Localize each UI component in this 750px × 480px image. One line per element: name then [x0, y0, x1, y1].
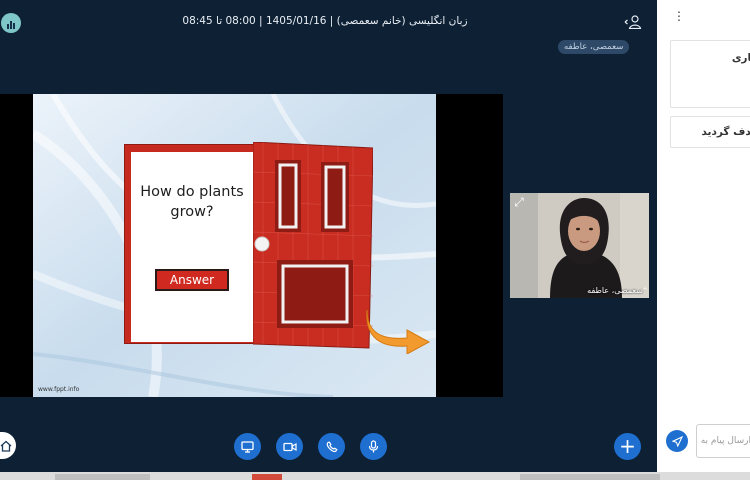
more-vertical-icon[interactable]: ⋮ [673, 10, 685, 22]
answer-button[interactable]: Answer [155, 269, 229, 291]
expand-icon[interactable]: ⤢ [512, 195, 526, 209]
home-button[interactable] [0, 432, 16, 459]
camera-icon [282, 442, 297, 451]
user-icon[interactable] [624, 15, 642, 29]
taskbar-strip [0, 472, 750, 480]
chat-input[interactable] [696, 424, 750, 458]
home-icon [0, 440, 12, 452]
screen-share-icon [241, 440, 254, 453]
meeting-stage: زبان انگلیسی (خانم سعمصی) | 1405/01/16 |… [0, 0, 657, 472]
slide-credit: www.fppt.info [38, 386, 80, 393]
phone-icon [326, 441, 338, 452]
slide-question: How do plants grow? [140, 184, 244, 220]
side-card-removed[interactable]: حدف گردید [670, 116, 750, 148]
webcam-menu-caret[interactable]: ^ [642, 287, 648, 295]
taskbar-segment[interactable] [252, 474, 282, 480]
send-button[interactable] [666, 430, 688, 452]
webcam-person-image [510, 193, 649, 298]
microphone-icon [368, 440, 379, 453]
top-bar: زبان انگلیسی (خانم سعمصی) | 1405/01/16 |… [0, 0, 657, 44]
webcam-thumbnail[interactable]: ⤢ سعمصی، عاطفه ^ [510, 193, 649, 298]
send-icon [671, 435, 683, 447]
meeting-title: زبان انگلیسی (خانم سعمصی) | 1405/01/16 |… [182, 15, 468, 27]
open-door-illustration [253, 142, 373, 349]
active-speaker-chip: سعمصی، عاطفه [558, 40, 630, 54]
arrow-illustration [366, 309, 431, 354]
question-panel [131, 152, 253, 342]
microphone-button[interactable] [360, 433, 387, 460]
side-card-removed-label: حدف گردید [701, 126, 750, 138]
webcam-participant-name: سعمصی، عاطفه [587, 286, 643, 295]
screen-share-button[interactable] [234, 433, 261, 460]
side-card-current-label: جاری [731, 52, 750, 64]
taskbar-segment[interactable] [55, 474, 150, 480]
side-panel: ⋮ جاری حدف گردید [657, 0, 750, 472]
phone-button[interactable] [318, 433, 345, 460]
camera-button[interactable] [276, 433, 303, 460]
taskbar-segment[interactable] [520, 474, 660, 480]
side-card-current[interactable]: جاری [670, 40, 750, 108]
add-button[interactable]: + [614, 433, 641, 460]
bar-chart-logo-icon[interactable] [1, 13, 21, 33]
presentation-area: How do plants grow? Answer www.fppt.info [0, 94, 503, 397]
presentation-slide: How do plants grow? Answer www.fppt.info [33, 94, 436, 397]
